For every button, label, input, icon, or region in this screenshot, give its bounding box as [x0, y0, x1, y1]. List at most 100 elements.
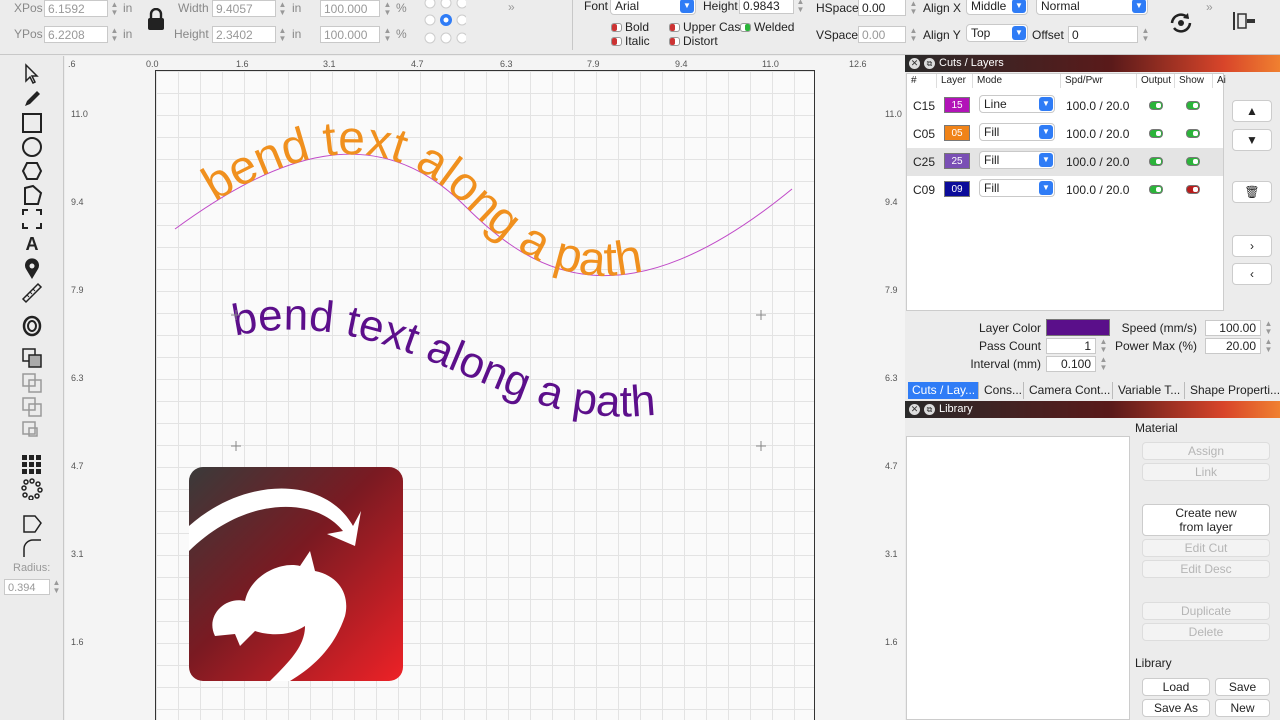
text-mode-select[interactable]: Normal ▼	[1036, 0, 1148, 15]
circular-array-icon[interactable]	[20, 478, 44, 501]
hspace-stepper[interactable]: ▲ ▼	[909, 0, 918, 16]
output-toggle[interactable]	[1149, 157, 1163, 166]
font-select[interactable]: Arial ▼	[610, 0, 696, 15]
speed-stepper[interactable]: ▲ ▼	[1264, 320, 1273, 336]
create-from-layer-button[interactable]: Create new from layer	[1142, 504, 1270, 536]
boolean-subtract-icon[interactable]	[20, 372, 44, 394]
align-x-select[interactable]: Middle ▼	[966, 0, 1028, 15]
tab-console[interactable]: Cons...	[980, 382, 1024, 399]
show-toggle[interactable]	[1186, 101, 1200, 110]
save-button[interactable]: Save	[1215, 678, 1270, 696]
layer-mode-select[interactable]: Line ▼	[979, 95, 1055, 113]
scale-width-input[interactable]: 100.000	[320, 0, 380, 17]
move-layer-down-button[interactable]: ▼	[1232, 129, 1272, 151]
radius-stepper[interactable]: ▲ ▼	[52, 579, 61, 595]
lock-aspect-icon[interactable]	[147, 7, 165, 30]
height-stepper[interactable]: ▲ ▼	[278, 27, 287, 43]
scale-height-input[interactable]: 100.000	[320, 26, 380, 43]
power-max-stepper[interactable]: ▲ ▼	[1264, 338, 1273, 354]
frame-tool-icon[interactable]	[20, 208, 44, 230]
polygon-tool-icon[interactable]	[20, 160, 44, 182]
offset-tool-icon[interactable]	[20, 315, 44, 337]
output-toggle[interactable]	[1149, 101, 1163, 110]
tab-camera-control[interactable]: Camera Cont...	[1025, 382, 1113, 399]
ypos-input[interactable]: 6.2208	[44, 26, 108, 43]
align-y-select[interactable]: Top ▼	[966, 24, 1028, 42]
scale-height-stepper[interactable]: ▲ ▼	[383, 27, 392, 43]
tab-shape-properties[interactable]: Shape Properti...	[1186, 382, 1280, 399]
apply-text-path-icon[interactable]	[1168, 10, 1194, 36]
duplicate-button[interactable]: Duplicate	[1142, 602, 1270, 620]
output-toggle[interactable]	[1149, 129, 1163, 138]
layer-row[interactable]: C15 15 Line ▼ 100.0 / 20.0	[907, 92, 1223, 120]
boolean-intersect-icon[interactable]	[20, 396, 44, 418]
layer-row[interactable]: C25 25 Fill ▼ 100.0 / 20.0	[907, 148, 1223, 176]
welded-checkbox[interactable]: Welded	[740, 20, 794, 34]
corner-tool-icon[interactable]	[20, 512, 44, 534]
save-as-button[interactable]: Save As	[1142, 699, 1210, 717]
load-button[interactable]: Load	[1142, 678, 1210, 696]
orange-path-text[interactable]: bend text along a path	[193, 112, 646, 287]
position-tool-icon[interactable]	[20, 258, 44, 280]
italic-checkbox[interactable]: Italic	[611, 34, 650, 48]
ellipse-tool-icon[interactable]	[20, 136, 44, 158]
layer-swatch[interactable]: 09	[944, 181, 970, 197]
speed-input[interactable]: 100.00	[1205, 320, 1261, 336]
offset-input[interactable]: 0	[1068, 26, 1138, 43]
layer-color-swatch[interactable]	[1046, 319, 1110, 336]
layer-swatch[interactable]: 25	[944, 153, 970, 169]
bold-checkbox[interactable]: Bold	[611, 20, 649, 34]
design-canvas[interactable]: .6 0.0 1.6 3.1 4.7 6.3 7.9 9.4 11.0 12.6…	[65, 56, 905, 720]
interval-input[interactable]: 0.100	[1046, 356, 1096, 372]
edit-desc-button[interactable]: Edit Desc	[1142, 560, 1270, 578]
next-button[interactable]: ›	[1232, 235, 1272, 257]
height-input[interactable]: 2.3402	[212, 26, 276, 43]
layer-mode-select[interactable]: Fill ▼	[979, 151, 1055, 169]
boolean-cut-icon[interactable]	[20, 420, 44, 442]
output-toggle[interactable]	[1149, 185, 1163, 194]
show-toggle[interactable]	[1186, 157, 1200, 166]
anchor-point-grid[interactable]	[424, 0, 468, 46]
round-corner-icon[interactable]	[20, 537, 44, 559]
hspace-input[interactable]: 0.00	[858, 0, 906, 16]
edit-cut-button[interactable]: Edit Cut	[1142, 539, 1270, 557]
align-objects-icon[interactable]	[1232, 10, 1256, 32]
new-button[interactable]: New	[1215, 699, 1270, 717]
float-icon[interactable]: ⧉	[924, 58, 935, 69]
library-list[interactable]	[906, 436, 1130, 720]
previous-button[interactable]: ‹	[1232, 263, 1272, 285]
pass-count-input[interactable]: 1	[1046, 338, 1096, 354]
move-layer-up-button[interactable]: ▲	[1232, 100, 1272, 122]
select-tool-icon[interactable]	[20, 63, 44, 85]
offset-stepper[interactable]: ▲ ▼	[1141, 27, 1150, 43]
distort-checkbox[interactable]: Distort	[669, 34, 718, 48]
power-max-input[interactable]: 20.00	[1205, 338, 1261, 354]
grid-array-icon[interactable]	[20, 454, 44, 476]
link-button[interactable]: Link	[1142, 463, 1270, 481]
toolbar-expand-icon[interactable]: »	[508, 0, 518, 20]
toolbar-expand-icon[interactable]: »	[1206, 0, 1216, 20]
close-icon[interactable]: ✕	[909, 58, 920, 69]
pentagon-tool-icon[interactable]	[20, 184, 44, 206]
text-height-stepper[interactable]: ▲ ▼	[796, 0, 805, 14]
layer-swatch[interactable]: 15	[944, 97, 970, 113]
layer-row[interactable]: C05 05 Fill ▼ 100.0 / 20.0	[907, 120, 1223, 148]
vspace-stepper[interactable]: ▲ ▼	[909, 27, 918, 43]
purple-path-text[interactable]: bend text along a path	[228, 291, 657, 427]
text-tool-icon[interactable]: A	[20, 233, 44, 255]
scale-width-stepper[interactable]: ▲ ▼	[383, 1, 392, 17]
dragon-logo[interactable]	[189, 467, 403, 681]
tab-cuts-layers[interactable]: Cuts / Lay...	[908, 382, 979, 399]
delete-layer-button[interactable]: 🗑	[1232, 181, 1272, 203]
text-height-input[interactable]: 0.9843	[739, 0, 794, 14]
delete-button[interactable]: Delete	[1142, 623, 1270, 641]
width-stepper[interactable]: ▲ ▼	[278, 1, 287, 17]
interval-stepper[interactable]: ▲ ▼	[1099, 356, 1108, 372]
xpos-input[interactable]: 6.1592	[44, 0, 108, 17]
width-input[interactable]: 9.4057	[212, 0, 276, 17]
layer-mode-select[interactable]: Fill ▼	[979, 123, 1055, 141]
uppercase-checkbox[interactable]: Upper Cas	[669, 20, 740, 34]
radius-input[interactable]: 0.394	[4, 579, 50, 595]
show-toggle[interactable]	[1186, 129, 1200, 138]
layer-mode-select[interactable]: Fill ▼	[979, 179, 1055, 197]
